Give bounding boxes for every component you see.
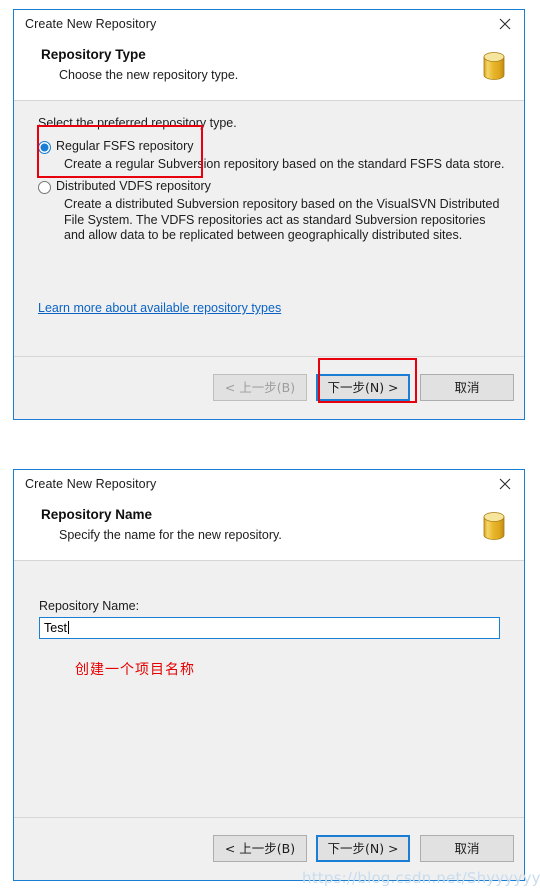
text-caret xyxy=(67,621,69,634)
radio-vdfs[interactable] xyxy=(38,181,51,194)
window-title: Create New Repository xyxy=(25,17,157,31)
page-title: Repository Name xyxy=(41,507,153,522)
page-subtitle: Choose the new repository type. xyxy=(59,68,239,82)
radio-vdfs-description: Create a distributed Subversion reposito… xyxy=(64,197,500,242)
titlebar: Create New Repository xyxy=(14,10,524,39)
database-cylinder-icon xyxy=(481,509,507,543)
window-title: Create New Repository xyxy=(25,477,157,491)
watermark: https://blog.csdn.net/Shyyyyyy xyxy=(302,869,540,887)
dialog-header: Repository Name Specify the name for the… xyxy=(14,499,524,561)
learn-more-link[interactable]: Learn more about available repository ty… xyxy=(38,301,281,315)
repository-name-label: Repository Name: xyxy=(39,599,140,613)
create-new-repository-dialog-type: Create New Repository Repository Type Ch… xyxy=(13,9,525,420)
radio-vdfs-label: Distributed VDFS repository xyxy=(56,179,211,193)
dialog-header: Repository Type Choose the new repositor… xyxy=(14,39,524,101)
radio-fsfs-label: Regular FSFS repository xyxy=(56,139,194,153)
close-button[interactable] xyxy=(492,472,518,496)
dialog-body: Select the preferred repository type. Re… xyxy=(14,101,524,356)
create-new-repository-dialog-name: Create New Repository Repository Name Sp… xyxy=(13,469,525,881)
cancel-button[interactable]: 取消 xyxy=(420,835,514,862)
close-button[interactable] xyxy=(492,12,518,36)
database-cylinder-icon xyxy=(481,49,507,83)
radio-fsfs[interactable] xyxy=(38,141,51,154)
cancel-button[interactable]: 取消 xyxy=(420,374,514,401)
next-button[interactable]: 下一步(N) > xyxy=(316,835,410,862)
instruction-text: Select the preferred repository type. xyxy=(38,116,237,130)
repository-name-input[interactable]: Test xyxy=(39,617,500,639)
dialog-body: Repository Name: Test 创建一个项目名称 xyxy=(14,561,524,817)
page-subtitle: Specify the name for the new repository. xyxy=(59,528,282,542)
dialog-footer: < 上一步(B) 下一步(N) > 取消 xyxy=(14,356,524,419)
next-button[interactable]: 下一步(N) > xyxy=(316,374,410,401)
back-button[interactable]: < 上一步(B) xyxy=(213,374,307,401)
titlebar: Create New Repository xyxy=(14,470,524,499)
back-button[interactable]: < 上一步(B) xyxy=(213,835,307,862)
annotation-text-chinese: 创建一个项目名称 xyxy=(75,662,195,678)
radio-fsfs-description: Create a regular Subversion repository b… xyxy=(64,157,505,171)
repository-name-value: Test xyxy=(44,621,67,635)
page-title: Repository Type xyxy=(41,47,146,62)
